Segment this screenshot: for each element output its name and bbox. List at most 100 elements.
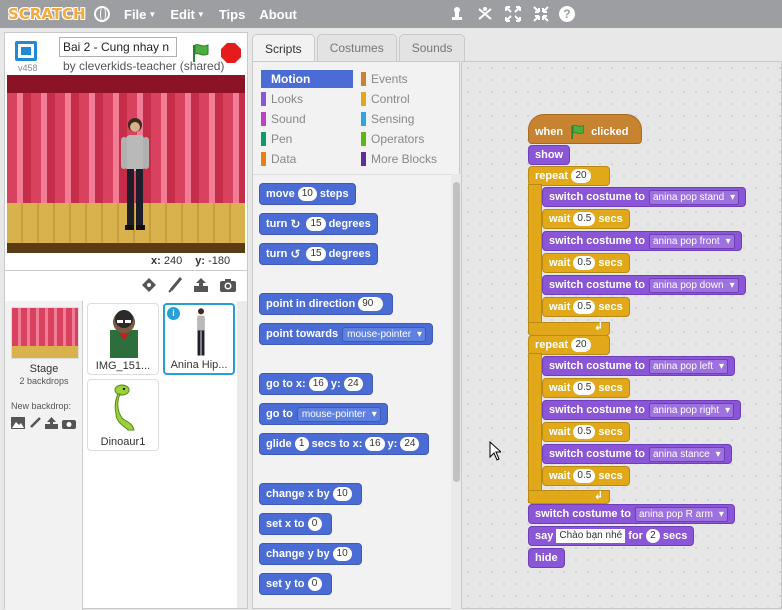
sprite-tile-dinosaur[interactable]: Dinoaur1 bbox=[87, 379, 159, 451]
when-flag-clicked-block[interactable]: when clicked bbox=[528, 114, 642, 144]
wait-block[interactable]: wait 0.5 secs bbox=[542, 378, 630, 398]
category-looks[interactable]: Looks bbox=[261, 90, 355, 108]
costume-dropdown[interactable]: anina pop stand bbox=[648, 189, 740, 205]
tab-sounds[interactable]: Sounds bbox=[398, 34, 466, 61]
wait-secs-input[interactable]: 0.5 bbox=[573, 300, 596, 314]
category-sensing[interactable]: Sensing bbox=[361, 110, 455, 128]
repeat2-count-input[interactable]: 20 bbox=[571, 338, 592, 352]
say-secs-input[interactable]: 2 bbox=[645, 529, 660, 543]
costume-dropdown[interactable]: anina pop front bbox=[648, 233, 735, 249]
hide-block[interactable]: hide bbox=[528, 548, 565, 568]
costume-dropdown[interactable]: anina pop right bbox=[648, 402, 735, 418]
paint-sprite-icon[interactable] bbox=[167, 277, 183, 293]
turn-ccw-degrees-input[interactable]: 15 bbox=[306, 247, 326, 261]
tab-costumes[interactable]: Costumes bbox=[316, 34, 397, 61]
scratch-logo[interactable]: SCRATCH bbox=[8, 3, 86, 25]
repeat1-count-input[interactable]: 20 bbox=[571, 169, 592, 183]
costume-dropdown[interactable]: anina pop R arm bbox=[634, 506, 728, 522]
wait-secs-input[interactable]: 0.5 bbox=[573, 469, 596, 483]
help-icon[interactable]: ? bbox=[558, 6, 575, 22]
set-x-input[interactable]: 0 bbox=[307, 517, 322, 531]
show-block[interactable]: show bbox=[528, 145, 571, 165]
wait-block[interactable]: wait 0.5 secs bbox=[542, 209, 630, 229]
block-turn-counterclockwise[interactable]: turn ↺ 15 degrees bbox=[259, 243, 378, 265]
wait-secs-input[interactable]: 0.5 bbox=[573, 425, 596, 439]
glide-secs-input[interactable]: 1 bbox=[294, 437, 309, 451]
wait-block[interactable]: wait 0.5 secs bbox=[542, 297, 630, 317]
move-steps-input[interactable]: 10 bbox=[297, 187, 317, 201]
switch-costume-block[interactable]: switch costume to anina stance bbox=[542, 444, 732, 464]
switch-costume-block[interactable]: switch costume to anina pop front bbox=[542, 231, 742, 251]
tips-menu[interactable]: Tips bbox=[219, 7, 246, 22]
file-menu[interactable]: File ▼ bbox=[124, 7, 156, 22]
block-change-y-by[interactable]: change y by 10 bbox=[259, 543, 362, 565]
costume-dropdown[interactable]: anina pop left bbox=[648, 358, 729, 374]
duplicate-stamp-icon[interactable] bbox=[449, 6, 465, 22]
anina-sprite-figure[interactable] bbox=[115, 115, 155, 235]
say-text-input[interactable]: Chào bạn nhé bbox=[556, 529, 626, 543]
switch-costume-block[interactable]: switch costume to anina pop stand bbox=[542, 187, 747, 207]
change-y-input[interactable]: 10 bbox=[332, 547, 352, 561]
upload-sprite-icon[interactable] bbox=[193, 277, 209, 293]
stop-icon[interactable] bbox=[221, 43, 241, 63]
tab-scripts[interactable]: Scripts bbox=[252, 34, 315, 62]
paint-backdrop-icon[interactable] bbox=[29, 417, 41, 429]
grow-icon[interactable] bbox=[504, 6, 521, 22]
block-point-towards[interactable]: point towards mouse-pointer bbox=[259, 323, 434, 345]
category-data[interactable]: Data bbox=[261, 150, 355, 168]
stage-thumbnail[interactable] bbox=[11, 307, 79, 359]
category-motion[interactable]: Motion bbox=[261, 70, 353, 88]
costume-dropdown[interactable]: anina pop down bbox=[648, 277, 739, 293]
switch-costume-block[interactable]: switch costume to anina pop down bbox=[542, 275, 746, 295]
choose-sprite-icon[interactable] bbox=[141, 277, 157, 293]
wait-secs-input[interactable]: 0.5 bbox=[573, 381, 596, 395]
block-change-x-by[interactable]: change x by 10 bbox=[259, 483, 362, 505]
upload-backdrop-icon[interactable] bbox=[45, 417, 58, 429]
block-point-in-direction[interactable]: point in direction 90 bbox=[259, 293, 394, 315]
choose-backdrop-icon[interactable] bbox=[11, 417, 25, 429]
camera-sprite-icon[interactable] bbox=[219, 277, 237, 293]
edit-menu[interactable]: Edit ▼ bbox=[170, 7, 204, 22]
block-go-to-xy[interactable]: go to x: 16 y: 24 bbox=[259, 373, 373, 395]
category-events[interactable]: Events bbox=[361, 70, 455, 88]
script-area[interactable]: when clicked show repeat 20 ↲ switch cost… bbox=[461, 61, 782, 609]
palette-scrollbar[interactable] bbox=[453, 182, 460, 482]
stage-canvas[interactable] bbox=[7, 75, 245, 253]
wait-block[interactable]: wait 0.5 secs bbox=[542, 253, 630, 273]
towards-dropdown[interactable]: mouse-pointer bbox=[342, 326, 427, 342]
wait-block[interactable]: wait 0.5 secs bbox=[542, 422, 630, 442]
wait-block[interactable]: wait 0.5 secs bbox=[542, 466, 630, 486]
about-menu[interactable]: About bbox=[259, 7, 297, 22]
turn-cw-degrees-input[interactable]: 15 bbox=[306, 217, 326, 231]
project-title-input[interactable]: Bai 2 - Cung nhay n bbox=[59, 37, 177, 57]
switch-costume-block[interactable]: switch costume to anina pop right bbox=[542, 400, 742, 420]
wait-secs-input[interactable]: 0.5 bbox=[573, 256, 596, 270]
block-glide[interactable]: glide 1 secs to x: 16 y: 24 bbox=[259, 433, 430, 455]
block-set-y-to[interactable]: set y to 0 bbox=[259, 573, 332, 595]
switch-costume-block[interactable]: switch costume to anina pop R arm bbox=[528, 504, 735, 524]
block-go-to[interactable]: go to mouse-pointer bbox=[259, 403, 388, 425]
category-pen[interactable]: Pen bbox=[261, 130, 355, 148]
repeat-block-2[interactable]: repeat 20 bbox=[528, 335, 610, 355]
block-turn-clockwise[interactable]: turn ↻ 15 degrees bbox=[259, 213, 378, 235]
glide-y-input[interactable]: 24 bbox=[400, 437, 420, 451]
switch-costume-block[interactable]: switch costume to anina pop left bbox=[542, 356, 736, 376]
sprite-tile-img151[interactable]: IMG_151... bbox=[87, 303, 159, 375]
category-more-blocks[interactable]: More Blocks bbox=[361, 150, 455, 168]
category-operators[interactable]: Operators bbox=[361, 130, 455, 148]
sprite-pane-scrollbar[interactable] bbox=[237, 301, 247, 608]
category-control[interactable]: Control bbox=[361, 90, 455, 108]
sprite-tile-anina[interactable]: i Anina Hip... bbox=[163, 303, 235, 375]
wait-secs-input[interactable]: 0.5 bbox=[573, 212, 596, 226]
language-globe-icon[interactable] bbox=[94, 6, 110, 22]
glide-x-input[interactable]: 16 bbox=[365, 437, 385, 451]
stage-selector[interactable]: Stage 2 backdrops New backdrop: bbox=[5, 301, 83, 610]
goto-target-dropdown[interactable]: mouse-pointer bbox=[296, 406, 381, 422]
fullscreen-icon[interactable] bbox=[15, 41, 37, 61]
change-x-input[interactable]: 10 bbox=[332, 487, 352, 501]
say-for-secs-block[interactable]: say Chào bạn nhé for 2 secs bbox=[528, 526, 695, 546]
green-flag-icon[interactable] bbox=[191, 43, 209, 63]
goto-y-input[interactable]: 24 bbox=[343, 377, 363, 391]
set-y-input[interactable]: 0 bbox=[307, 577, 322, 591]
sprite-info-icon[interactable]: i bbox=[167, 307, 180, 320]
